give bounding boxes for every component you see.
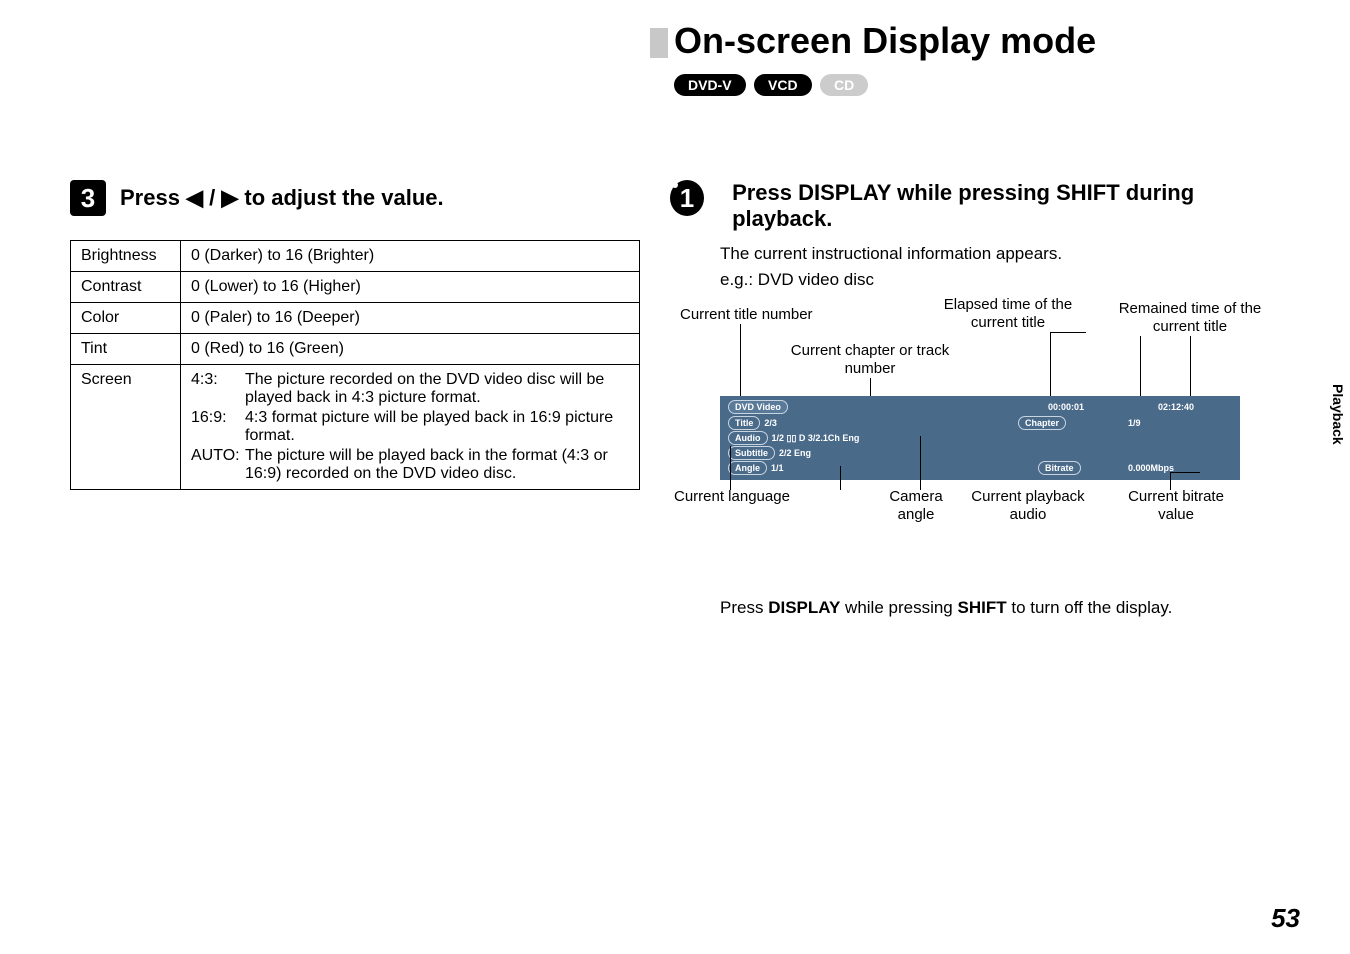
screen-desc-auto: The picture will be played back in the f… bbox=[245, 447, 629, 483]
screen-desc-43: The picture recorded on the DVD video di… bbox=[245, 371, 629, 407]
table-row: Color 0 (Paler) to 16 (Deeper) bbox=[71, 303, 640, 334]
displayoff-p2: while pressing bbox=[845, 598, 957, 617]
label-chapter-track: Current chapter or track number bbox=[790, 342, 950, 378]
badge-dvdv: DVD-V bbox=[674, 74, 746, 96]
setting-value: 0 (Lower) to 16 (Higher) bbox=[181, 272, 640, 303]
label-current-title: Current title number bbox=[680, 306, 850, 324]
table-row: Contrast 0 (Lower) to 16 (Higher) bbox=[71, 272, 640, 303]
page: Playback On-screen Display mode DVD-V VC… bbox=[0, 0, 1350, 954]
label-current-language: Current language bbox=[674, 488, 824, 506]
step-1-section: 1 Press DISPLAY while pressing SHIFT dur… bbox=[670, 180, 1270, 516]
table-row: Tint 0 (Red) to 16 (Green) bbox=[71, 334, 640, 365]
displayoff-p3: to turn off the display. bbox=[1011, 598, 1172, 617]
label-playback-audio: Current playback audio bbox=[958, 488, 1098, 524]
table-row: Brightness 0 (Darker) to 16 (Brighter) bbox=[71, 241, 640, 272]
callout-line bbox=[1140, 336, 1141, 396]
osd-angle-val: 1/1 bbox=[771, 463, 784, 473]
callout-line bbox=[1050, 332, 1051, 396]
step-1-heading: 1 Press DISPLAY while pressing SHIFT dur… bbox=[670, 180, 1270, 232]
badge-vcd: VCD bbox=[754, 74, 812, 96]
osd-bitrate-val: 0.000Mbps bbox=[1128, 463, 1174, 473]
osd-title-pill: Title bbox=[728, 416, 760, 430]
setting-label: Brightness bbox=[71, 241, 181, 272]
header-accent bbox=[650, 28, 668, 58]
osd-elapsed: 00:00:01 bbox=[1048, 402, 1084, 412]
osd-subtitle-val: 2/2 Eng bbox=[779, 448, 811, 458]
table-row: Screen 4:3: The picture recorded on the … bbox=[71, 365, 640, 490]
page-number: 53 bbox=[1271, 903, 1300, 934]
osd-chapter-pill: Chapter bbox=[1018, 416, 1066, 430]
callout-line bbox=[740, 324, 741, 396]
osd-audio-val: 1/2 ▯▯ D 3/2.1Ch Eng bbox=[772, 433, 860, 444]
section-tab-playback: Playback bbox=[1326, 380, 1350, 449]
page-title: On-screen Display mode bbox=[674, 20, 1290, 62]
display-off-text: Press DISPLAY while pressing SHIFT to tu… bbox=[720, 598, 1240, 618]
displayoff-k1: DISPLAY bbox=[768, 598, 840, 617]
label-remained-time: Remained time of the current title bbox=[1110, 300, 1270, 336]
screen-key-auto: AUTO: bbox=[191, 447, 245, 483]
osd-subtitle-pill: Subtitle bbox=[728, 446, 775, 460]
step-1-number: 1 bbox=[670, 180, 704, 216]
step-3-suffix: to adjust the value. bbox=[244, 185, 443, 210]
screen-key-43: 4:3: bbox=[191, 371, 245, 407]
osd-remain: 02:12:40 bbox=[1158, 402, 1194, 412]
osd-audio-pill: Audio bbox=[728, 431, 768, 445]
step-1-title: Press DISPLAY while pressing SHIFT durin… bbox=[732, 180, 1270, 232]
disc-badges: DVD-V VCD CD bbox=[674, 74, 1290, 96]
setting-value: 0 (Red) to 16 (Green) bbox=[181, 334, 640, 365]
callout-line bbox=[1050, 332, 1086, 333]
step-3-section: 3 Press ◀ / ▶ to adjust the value. Brigh… bbox=[70, 180, 640, 490]
osd-header-pill: DVD Video bbox=[728, 400, 788, 414]
callout-line bbox=[730, 446, 731, 490]
setting-label: Tint bbox=[71, 334, 181, 365]
osd-panel: DVD Video 00:00:01 02:12:40 Title 2/3 Ch… bbox=[720, 396, 1240, 480]
callout-line bbox=[1190, 336, 1191, 396]
osd-title-val: 2/3 bbox=[764, 418, 777, 428]
screen-desc-169: 4:3 format picture will be played back i… bbox=[245, 409, 629, 445]
callout-line bbox=[840, 466, 841, 490]
setting-value: 0 (Darker) to 16 (Brighter) bbox=[181, 241, 640, 272]
setting-label: Color bbox=[71, 303, 181, 334]
step-3-text: Press ◀ / ▶ to adjust the value. bbox=[120, 185, 444, 211]
step-1-example: e.g.: DVD video disc bbox=[720, 270, 1270, 290]
osd-diagram: Current title number Elapsed time of the… bbox=[680, 296, 1270, 516]
displayoff-k2: SHIFT bbox=[958, 598, 1007, 617]
left-right-arrow-icon: ◀ / ▶ bbox=[186, 185, 238, 211]
header: On-screen Display mode DVD-V VCD CD bbox=[650, 20, 1290, 96]
label-camera-angle: Camera angle bbox=[876, 488, 956, 524]
osd-bitrate-pill: Bitrate bbox=[1038, 461, 1081, 475]
step-1-body: The current instructional information ap… bbox=[720, 244, 1270, 264]
step-3-prefix: Press bbox=[120, 185, 186, 210]
setting-value: 0 (Paler) to 16 (Deeper) bbox=[181, 303, 640, 334]
screen-key-169: 16:9: bbox=[191, 409, 245, 445]
step-3-heading: 3 Press ◀ / ▶ to adjust the value. bbox=[70, 180, 640, 216]
label-elapsed-time: Elapsed time of the current title bbox=[933, 296, 1083, 332]
callout-line bbox=[920, 436, 921, 490]
settings-table: Brightness 0 (Darker) to 16 (Brighter) C… bbox=[70, 240, 640, 490]
setting-value: 4:3: The picture recorded on the DVD vid… bbox=[181, 365, 640, 490]
callout-line bbox=[1170, 472, 1200, 473]
step-3-number: 3 bbox=[70, 180, 106, 216]
label-bitrate: Current bitrate value bbox=[1116, 488, 1236, 524]
setting-label: Screen bbox=[71, 365, 181, 490]
badge-cd: CD bbox=[820, 74, 868, 96]
osd-angle-pill: Angle bbox=[728, 461, 767, 475]
displayoff-p1: Press bbox=[720, 598, 768, 617]
osd-chapter-val: 1/9 bbox=[1128, 418, 1141, 428]
setting-label: Contrast bbox=[71, 272, 181, 303]
